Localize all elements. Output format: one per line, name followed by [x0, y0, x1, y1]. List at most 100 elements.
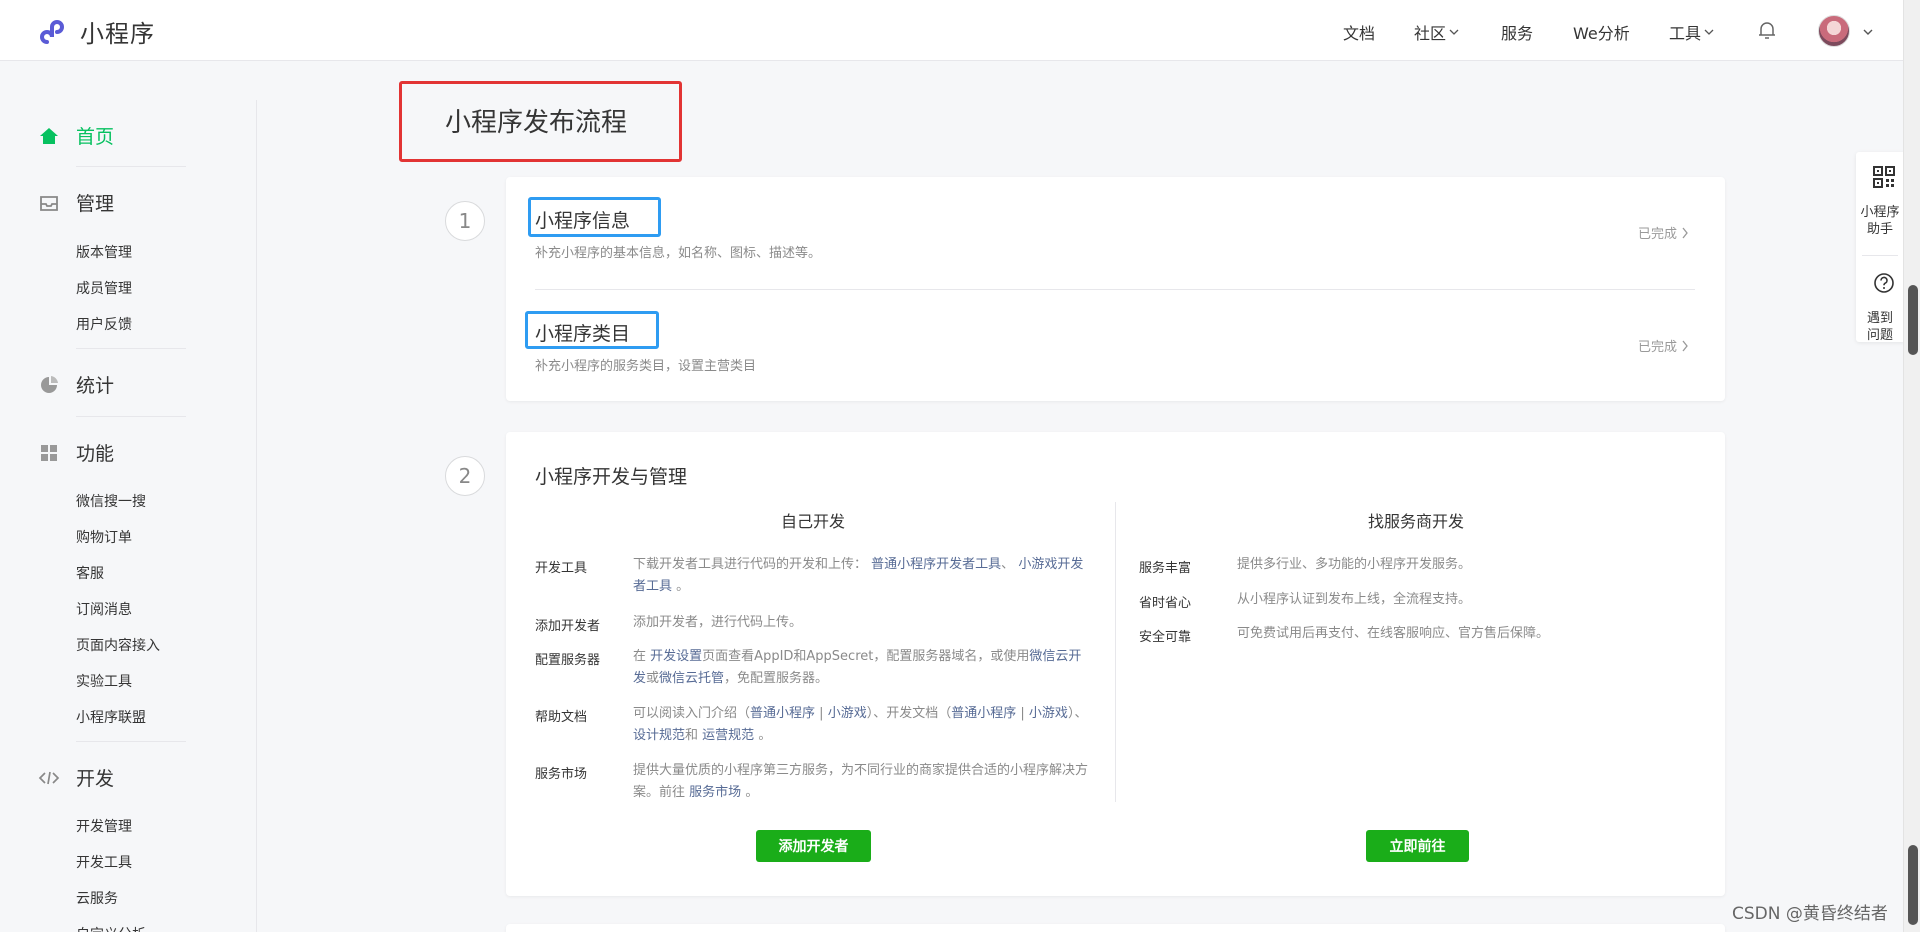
page-title: 小程序发布流程	[445, 108, 628, 138]
divider	[76, 416, 186, 417]
sidebar-subitem-members[interactable]: 成员管理	[76, 278, 132, 298]
chevron-down-icon[interactable]	[1862, 26, 1874, 38]
nav-community-label: 社区	[1414, 24, 1447, 43]
sidebar-divider	[256, 100, 257, 932]
sidebar-subitem-customer-service[interactable]: 客服	[76, 563, 104, 583]
assistant-link[interactable]: 小程序 助手	[1856, 204, 1904, 238]
assistant-label-line2: 助手	[1866, 222, 1893, 237]
link-normal-devtools[interactable]: 普通小程序开发者工具	[871, 557, 1001, 572]
sidebar-item-features[interactable]: 功能	[38, 439, 114, 466]
info-desc: 补充小程序的基本信息，如名称、图标、描述等。	[535, 246, 822, 261]
divider	[76, 348, 186, 349]
text: 。	[758, 728, 772, 743]
category-status-link[interactable]: 已完成	[1638, 336, 1689, 355]
inbox-icon	[40, 195, 58, 211]
miniprogram-logo-icon	[40, 19, 64, 44]
home-icon	[40, 127, 58, 144]
sidebar-subitem-dev-tools[interactable]: 开发工具	[76, 852, 132, 872]
sidebar-item-label: 管理	[76, 193, 115, 215]
scrollbar-track[interactable]	[1903, 0, 1920, 932]
chevron-down-icon	[1449, 29, 1459, 35]
top-bar: 小程序 文档 社区 服务 We分析 工具	[0, 0, 1920, 61]
nav-service[interactable]: 服务	[1501, 20, 1533, 44]
sidebar-item-manage[interactable]: 管理	[38, 189, 114, 216]
sidebar-item-label: 统计	[76, 375, 115, 397]
sidebar-subitem-orders[interactable]: 购物订单	[76, 527, 132, 547]
row-label-rich: 服务丰富	[1139, 561, 1192, 576]
row-label-add-dev: 添加开发者	[535, 619, 601, 634]
sidebar-item-stats[interactable]: 统计	[38, 371, 114, 398]
info-status-link[interactable]: 已完成	[1638, 223, 1689, 242]
brand-name: 小程序	[80, 20, 155, 48]
dev-manage-title: 小程序开发与管理	[535, 466, 688, 488]
nav-tools-label: 工具	[1669, 24, 1702, 43]
sidebar-subitem-version[interactable]: 版本管理	[76, 242, 132, 262]
nav-tools[interactable]: 工具	[1669, 20, 1714, 44]
sidebar-subitem-dev-manage[interactable]: 开发管理	[76, 816, 132, 836]
sidebar-subitem-subscribe-msg[interactable]: 订阅消息	[76, 599, 132, 619]
bell-icon[interactable]	[1756, 19, 1778, 41]
link-cloud-hosting[interactable]: 微信云托管	[659, 671, 724, 686]
sidebar-subitem-lab-tools[interactable]: 实验工具	[76, 671, 132, 691]
sidebar-subitem-content-access[interactable]: 页面内容接入	[76, 635, 160, 655]
sidebar-subitem-cloud[interactable]: 云服务	[76, 888, 118, 908]
sidebar-item-home[interactable]: 首页	[38, 122, 114, 149]
nav-docs[interactable]: 文档	[1343, 20, 1375, 44]
brand-logo[interactable]: 小程序	[38, 14, 155, 49]
text: 。	[745, 785, 759, 800]
grid-icon	[41, 444, 57, 461]
sidebar-subitem-custom-analysis[interactable]: 自定义分析	[76, 924, 146, 932]
nav-community[interactable]: 社区	[1414, 20, 1459, 44]
avatar[interactable]	[1818, 15, 1850, 47]
link-service-market[interactable]: 服务市场	[689, 785, 741, 800]
chevron-right-icon	[1682, 340, 1688, 351]
sidebar-item-label: 开发	[76, 768, 115, 790]
row-text-market: 提供大量优质的小程序第三方服务，为不同行业的商家提供合适的小程序解决方案。前往 …	[633, 760, 1093, 804]
step-3-card	[506, 924, 1725, 932]
row-text-easy: 从小程序认证到发布上线，全流程支持。	[1237, 592, 1472, 607]
status-label: 已完成	[1638, 227, 1678, 242]
link-dev-settings[interactable]: 开发设置	[650, 649, 702, 664]
link-ops-spec[interactable]: 运营规范	[702, 728, 754, 743]
text: 页面查看AppID和AppSecret，配置服务器域名，或使用	[702, 649, 1030, 664]
link-intro-game[interactable]: 小游戏	[828, 706, 867, 721]
sidebar-subitem-search[interactable]: 微信搜一搜	[76, 491, 146, 511]
row-text-safe: 可免费试用后再支付、在线客服响应、官方售后保障。	[1237, 626, 1550, 641]
question-icon[interactable]	[1873, 272, 1895, 294]
divider	[76, 741, 186, 742]
link-intro-normal[interactable]: 普通小程序	[750, 706, 815, 721]
status-label: 已完成	[1638, 340, 1678, 355]
row-text-rich: 提供多行业、多功能的小程序开发服务。	[1237, 557, 1472, 572]
code-icon	[38, 771, 60, 784]
go-now-button[interactable]: 立即前往	[1366, 830, 1469, 862]
row-label-server: 配置服务器	[535, 653, 601, 668]
link-doc-game[interactable]: 小游戏	[1029, 706, 1068, 721]
help-label-line2: 问题	[1866, 328, 1893, 343]
step-number-2: 2	[445, 456, 485, 496]
qr-code-icon[interactable]	[1873, 166, 1895, 188]
divider	[76, 166, 186, 167]
row-label-market: 服务市场	[535, 767, 588, 782]
scrollbar-thumb[interactable]	[1908, 845, 1918, 925]
sidebar-item-develop[interactable]: 开发	[38, 764, 114, 791]
watermark: CSDN @黄昏终结者	[1732, 904, 1888, 924]
sidebar-subitem-feedback[interactable]: 用户反馈	[76, 314, 132, 334]
link-design-spec[interactable]: 设计规范	[633, 728, 685, 743]
row-text-docs: 可以阅读入门介绍（普通小程序 | 小游戏）、开发文档（普通小程序 | 小游戏）、…	[633, 703, 1093, 747]
link-doc-normal[interactable]: 普通小程序	[951, 706, 1016, 721]
help-link[interactable]: 遇到 问题	[1856, 310, 1904, 344]
sidebar-subitem-alliance[interactable]: 小程序联盟	[76, 707, 146, 727]
sidebar-item-label: 功能	[76, 443, 115, 465]
add-developer-button[interactable]: 添加开发者	[756, 830, 871, 862]
scrollbar-thumb[interactable]	[1908, 285, 1918, 355]
text: ）、	[1067, 706, 1088, 721]
help-label-line1: 遇到	[1866, 311, 1893, 326]
category-title: 小程序类目	[535, 323, 631, 345]
row-label-dev-tools: 开发工具	[535, 561, 588, 576]
pie-chart-icon	[41, 375, 58, 393]
row-label-safe: 安全可靠	[1139, 630, 1192, 645]
divider	[1115, 502, 1116, 802]
text: 、	[1001, 557, 1015, 572]
row-text-add-dev: 添加开发者，进行代码上传。	[633, 615, 803, 630]
nav-analysis[interactable]: We分析	[1573, 20, 1630, 44]
